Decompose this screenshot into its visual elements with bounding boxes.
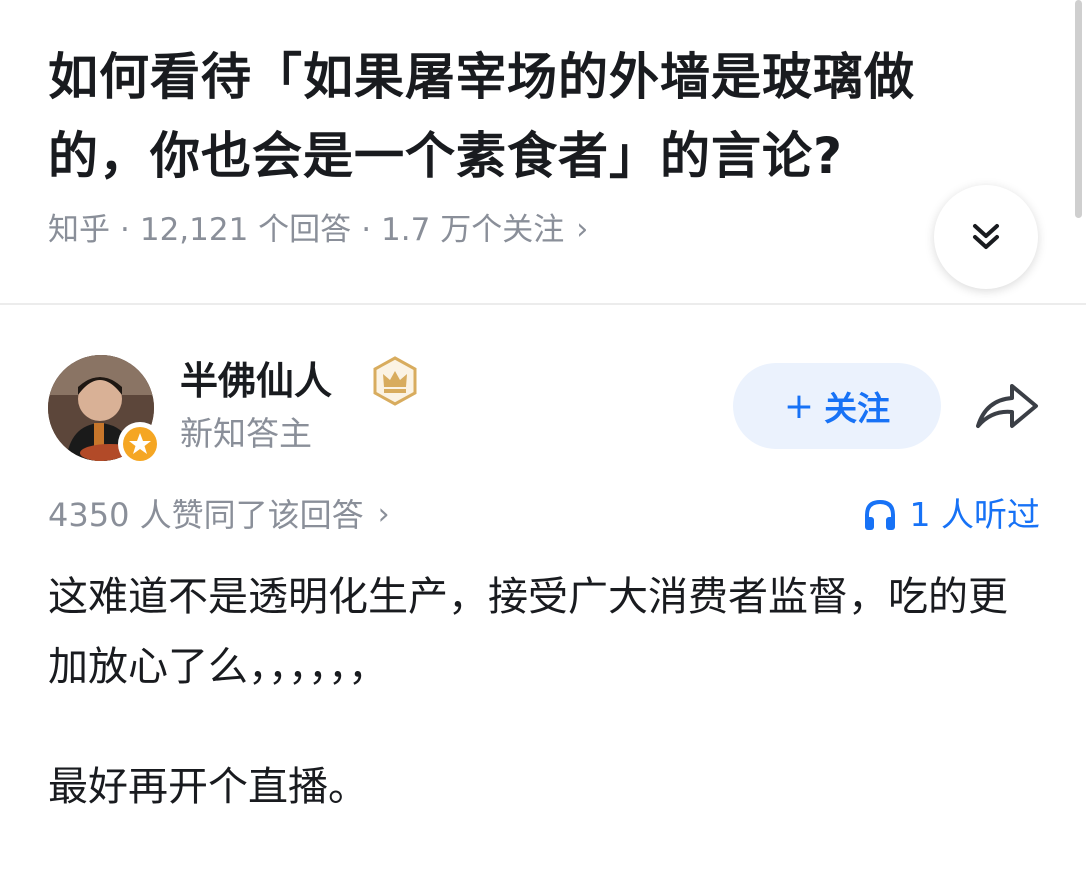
follow-button[interactable]: + 关注 [733,363,941,449]
double-chevron-down-icon [973,224,999,249]
crown-icon [373,356,417,406]
answers-count: 12,121 个回答 [139,212,352,248]
star-badge-icon [123,427,157,461]
answer-content[interactable]: 这难道不是透明化生产，接受广大消费者监督，吃的更加放心了么，，，，，， 最好再开… [48,562,1038,822]
headphones-icon [864,499,895,530]
question-title[interactable]: 如何看待「如果屠宰场的外墙是玻璃做的，你也会是一个素食者」的言论? [48,38,1008,196]
page-scrollbar[interactable] [1075,0,1082,218]
author-name[interactable]: 半佛仙人 [180,355,332,407]
plus-icon: + [783,385,815,427]
expand-question-button[interactable] [934,185,1038,289]
question-meta[interactable]: 知乎 · 12,121 个回答 · 1.7 万个关注 › [48,208,588,252]
likes-text: 4350 人赞同了该回答 [48,496,364,534]
source-label: 知乎 [48,212,110,248]
chevron-right-icon: › [576,212,589,247]
verified-badge [118,422,162,466]
author-subtitle: 新知答主 [180,414,312,453]
meta-separator: · [361,212,372,248]
listened-summary[interactable]: 1 人听过 [862,492,1041,538]
meta-separator: · [120,212,130,248]
follow-label: 关注 [824,389,891,428]
chevron-right-icon: › [377,497,390,532]
answer-paragraph: 这难道不是透明化生产，接受广大消费者监督，吃的更加放心了么，，，，，， [48,574,1008,690]
share-icon[interactable] [970,378,1042,436]
followers-count: 1.7 万个关注 [381,212,565,248]
likes-summary[interactable]: 4350 人赞同了该回答 › [48,492,390,538]
listened-text: 1 人听过 [909,495,1041,534]
answer-paragraph: 最好再开个直播。 [48,764,368,810]
section-divider [0,303,1086,305]
